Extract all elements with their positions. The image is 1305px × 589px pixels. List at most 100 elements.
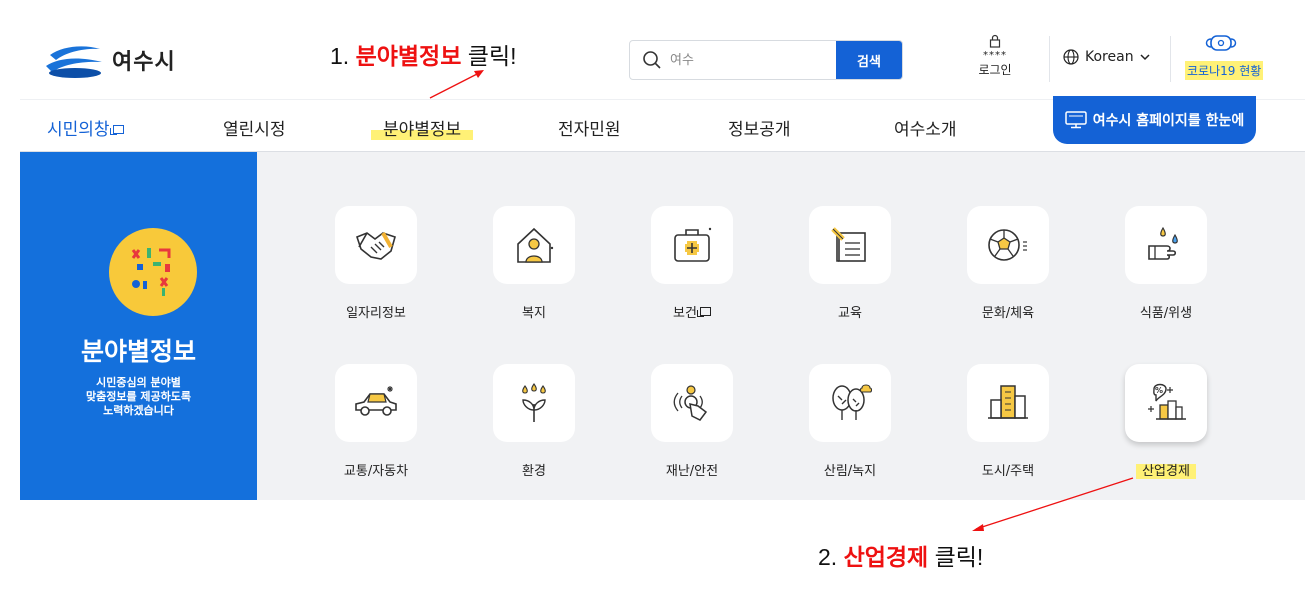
search-button[interactable]: 검색: [836, 41, 902, 79]
house-person-icon: [517, 227, 554, 263]
header-divider: [1170, 36, 1171, 82]
category-tile: [809, 364, 891, 442]
nav-item-info-disclosure[interactable]: 정보공개: [728, 115, 791, 140]
site-overview-button[interactable]: 여수시 홈페이지를 한눈에: [1053, 96, 1256, 144]
emblem-icon: [131, 248, 171, 296]
sprout-icon: [522, 383, 546, 422]
buildings-icon: [988, 385, 1028, 419]
header-divider: [1049, 36, 1050, 82]
category-label: 도시/주택: [981, 464, 1035, 479]
category-label: 식품/위생: [1139, 306, 1193, 321]
nav-item-about-yeosu[interactable]: 여수소개: [894, 115, 957, 140]
category-tile: [335, 206, 417, 284]
site-overview-label: 여수시 홈페이지를 한눈에: [1092, 113, 1245, 129]
trees-icon: [832, 384, 872, 420]
nav-label-highlighted: 분야별정보: [371, 120, 474, 140]
car-icon: [355, 386, 397, 416]
nav-item-open-admin[interactable]: 열린시정: [223, 115, 286, 140]
soccer-ball-icon: [988, 229, 1027, 261]
annotation-step1-suffix: 클릭!: [461, 43, 517, 69]
panel-title: 분야별정보: [80, 337, 196, 366]
category-city-housing[interactable]: 도시/주택: [953, 364, 1063, 479]
handshake-icon: [356, 232, 396, 260]
language-selector[interactable]: Korean: [1063, 49, 1150, 65]
category-label: 복지: [522, 306, 546, 321]
logo-text: 여수시: [112, 50, 176, 75]
citizen-yeosu-emblem: [109, 228, 197, 316]
annotation-step2-prefix: 2.: [818, 544, 844, 570]
nav-item-e-civil[interactable]: 전자민원: [558, 115, 621, 140]
monitor-icon: [1065, 111, 1087, 129]
annotation-step1-target: 분야별정보: [355, 43, 462, 69]
category-tile: %: [1125, 364, 1207, 442]
category-tile: [651, 206, 733, 284]
globe-icon: [1063, 49, 1079, 65]
hand-wash-icon: [1148, 226, 1178, 260]
category-forest-green[interactable]: 산림/녹지: [795, 364, 905, 479]
site-logo[interactable]: 여수시: [44, 38, 204, 82]
login-label: 로그인: [978, 63, 1012, 77]
category-tile: [1125, 206, 1207, 284]
nav-item-field-info[interactable]: 분야별정보: [371, 115, 474, 140]
category-culture-sports[interactable]: 문화/체육: [953, 206, 1063, 321]
category-welfare[interactable]: 복지: [479, 206, 589, 321]
corona-label: 코로나19 현황: [1185, 61, 1264, 80]
lock-icon: [989, 34, 1001, 48]
category-label: 재난/안전: [665, 464, 719, 479]
category-grid: 일자리정보 복지 보건 교육 문화/체육 식품/위생 교통/자동차 환경 재난/…: [257, 152, 1305, 500]
category-tile: [809, 206, 891, 284]
category-education[interactable]: 교육: [795, 206, 905, 321]
face-mask-icon: [1205, 35, 1237, 51]
category-jobs[interactable]: 일자리정보: [321, 206, 431, 321]
category-tile: [967, 206, 1049, 284]
svg-text:%: %: [1155, 386, 1163, 395]
category-food-hygiene[interactable]: 식품/위생: [1111, 206, 1221, 321]
category-tile: [493, 364, 575, 442]
annotation-step1-prefix: 1.: [330, 43, 356, 69]
yeosu-logo-icon: [46, 46, 102, 78]
industry-percent-icon: %: [1148, 383, 1186, 420]
external-link-icon: [696, 307, 711, 317]
annotation-step1: 1. 분야별정보 클릭!: [330, 37, 517, 71]
chevron-down-icon: [1140, 53, 1150, 60]
external-link-icon: [109, 125, 124, 135]
annotation-step2: 2. 산업경제 클릭!: [818, 538, 983, 572]
category-label: 보건: [673, 306, 697, 321]
category-label-wrap: 산업경제: [1111, 460, 1221, 479]
category-disaster-safety[interactable]: 재난/안전: [637, 364, 747, 479]
annotation-step2-suffix: 클릭!: [928, 544, 984, 570]
category-tile: [335, 364, 417, 442]
category-label-highlighted: 산업경제: [1136, 464, 1196, 479]
panel-description: 시민중심의 분야별 맞춤정보를 제공하도록 노력하겠습니다: [85, 376, 192, 417]
search-icon: [643, 51, 661, 69]
category-tile: [493, 206, 575, 284]
category-label: 교통/자동차: [343, 464, 409, 479]
arrow-step1: [429, 70, 484, 99]
corona-status-link[interactable]: 코로나19 현황: [1185, 33, 1264, 80]
search-input[interactable]: [670, 52, 810, 68]
login-stars: ****: [983, 50, 1007, 61]
category-label: 교육: [838, 306, 862, 321]
field-info-panel: 분야별정보 시민중심의 분야별 맞춤정보를 제공하도록 노력하겠습니다: [20, 152, 257, 500]
category-tile: [651, 364, 733, 442]
category-environment[interactable]: 환경: [479, 364, 589, 479]
nav-label: 시민의창: [47, 120, 110, 140]
category-traffic-cars[interactable]: 교통/자동차: [321, 364, 431, 479]
login-button[interactable]: **** 로그인: [972, 34, 1018, 78]
category-tile: [967, 364, 1049, 442]
category-label-wrap: 보건: [637, 302, 747, 321]
book-pencil-icon: [831, 227, 866, 262]
search-box: 검색: [629, 40, 903, 80]
category-label: 산림/녹지: [823, 464, 877, 479]
category-label: 일자리정보: [346, 306, 406, 321]
language-label: Korean: [1085, 49, 1134, 65]
annotation-step2-target: 산업경제: [843, 544, 929, 570]
search-field[interactable]: [630, 41, 836, 79]
nav-item-citizen[interactable]: 시민의창: [47, 115, 124, 140]
alarm-press-icon: [673, 385, 708, 421]
category-label: 문화/체육: [981, 306, 1035, 321]
category-health[interactable]: 보건: [637, 206, 747, 321]
category-label: 환경: [522, 464, 546, 479]
category-industry-economy[interactable]: % 산업경제: [1111, 364, 1221, 479]
medical-kit-icon: [674, 227, 712, 262]
